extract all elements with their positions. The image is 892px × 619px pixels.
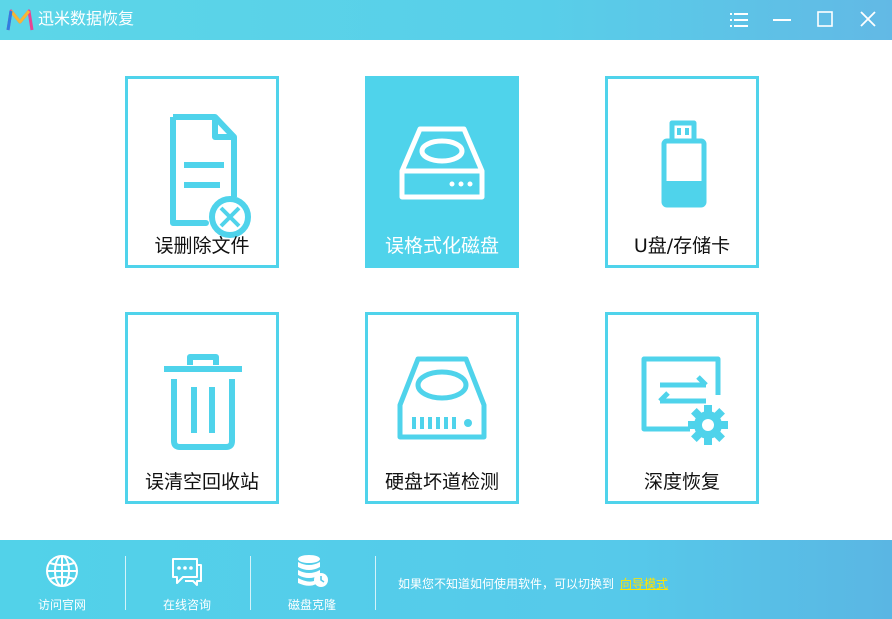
card-formatted-disk[interactable]: 误格式化磁盘 xyxy=(365,76,519,268)
app-title: 迅米数据恢复 xyxy=(38,9,135,28)
footer-item-label: 在线咨询 xyxy=(162,598,211,612)
guide-hint-text: 如果您不知道如何使用软件，可以切换到 xyxy=(398,577,615,591)
close-icon xyxy=(860,11,876,27)
guide-hint: 如果您不知道如何使用软件，可以切换到 向导模式 xyxy=(398,575,668,592)
card-usb-storage[interactable]: U盘/存储卡 xyxy=(605,76,759,268)
deleted-file-icon xyxy=(170,114,251,238)
card-label: 误删除文件 xyxy=(154,235,250,257)
card-deep-recovery[interactable]: 深度恢复 xyxy=(605,312,759,504)
app-logo-icon xyxy=(6,9,34,31)
card-label: 深度恢复 xyxy=(643,471,720,493)
usb-drive-icon xyxy=(661,120,707,208)
footer-item-label: 磁盘克隆 xyxy=(287,598,336,612)
trash-bin-icon xyxy=(164,354,242,450)
menu-button[interactable] xyxy=(724,6,754,34)
online-consult-button[interactable]: 在线咨询 xyxy=(125,540,249,619)
title-bar: 迅米数据恢复 xyxy=(0,0,892,40)
minimize-button[interactable] xyxy=(767,6,797,34)
database-clone-icon xyxy=(298,555,328,587)
menu-icon xyxy=(730,13,748,27)
wizard-mode-link[interactable]: 向导模式 xyxy=(620,577,668,591)
disk-clone-button[interactable]: 磁盘克隆 xyxy=(250,540,374,619)
footer-divider xyxy=(375,556,376,610)
footer-item-label: 访问官网 xyxy=(37,598,86,612)
card-bad-sector-check[interactable]: 硬盘坏道检测 xyxy=(365,312,519,504)
card-deleted-files[interactable]: 误删除文件 xyxy=(125,76,279,268)
maximize-icon xyxy=(817,11,833,27)
maximize-button[interactable] xyxy=(810,6,840,34)
close-button[interactable] xyxy=(853,6,883,34)
deep-recovery-icon xyxy=(641,356,728,445)
card-label: 硬盘坏道检测 xyxy=(384,471,499,493)
hard-disk-icon xyxy=(397,356,487,440)
card-recycle-bin[interactable]: 误清空回收站 xyxy=(125,312,279,504)
globe-icon xyxy=(46,555,78,587)
card-label: 误格式化磁盘 xyxy=(384,235,499,257)
minimize-icon xyxy=(773,19,791,21)
card-label: 误清空回收站 xyxy=(144,471,259,493)
card-label: U盘/存储卡 xyxy=(633,235,731,257)
disk-drive-icon xyxy=(399,126,485,200)
footer-bar: 访问官网 在线咨询 磁盘克隆 如果您不知道如何使用软件，可以切换到 向导模式 xyxy=(0,540,892,619)
chat-icon xyxy=(172,558,202,586)
visit-website-button[interactable]: 访问官网 xyxy=(0,540,124,619)
